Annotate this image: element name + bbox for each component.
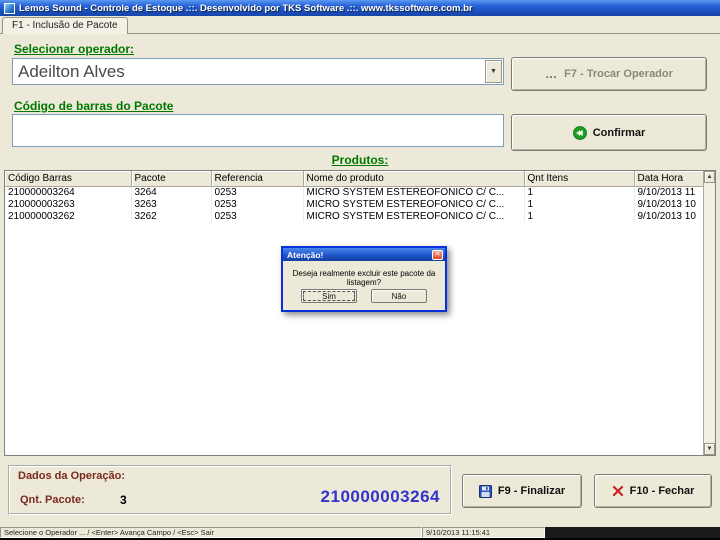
f7-trocar-operador-label: F7 - Trocar Operador <box>564 68 673 80</box>
table-cell: 0253 <box>211 186 304 198</box>
qty-pacote-value: 3 <box>120 493 127 507</box>
current-package-number: 210000003264 <box>320 487 440 506</box>
f9-finalizar-button[interactable]: F9 - Finalizar <box>462 474 582 508</box>
table-row[interactable]: 210000003262 3262 0253 MICRO SYSTEM ESTEREO… <box>5 210 704 222</box>
products-label: Produtos: <box>331 153 389 167</box>
statusbar-hint: Selecione o Operador ... / <Enter> Avanç… <box>0 527 422 538</box>
green-circle-arrow-icon <box>572 125 587 140</box>
table-row[interactable]: 210000003263 3263 0253 MICRO SYSTEM ESTEREO… <box>5 198 704 210</box>
operator-label: Selecionar operador: <box>14 42 135 56</box>
scroll-up-icon[interactable]: ▲ <box>704 171 715 183</box>
window-title: Lemos Sound - Controle de Estoque .::. D… <box>19 2 473 14</box>
column-header[interactable]: Pacote <box>131 171 212 187</box>
column-header[interactable]: Data Hora <box>634 171 704 187</box>
f7-trocar-operador-button[interactable]: … F7 - Trocar Operador <box>511 57 707 91</box>
dialog-message: Deseja realmente excluir este pacote da … <box>292 269 436 287</box>
dialog-buttons: Sim Não <box>283 289 445 303</box>
statusbar-filler <box>545 527 720 538</box>
confirmation-dialog: Atenção! ✕ Deseja realmente excluir este… <box>281 246 447 312</box>
barcode-input[interactable] <box>12 114 504 147</box>
table-cell: 1 <box>524 210 635 222</box>
f10-fechar-button[interactable]: F10 - Fechar <box>594 474 712 508</box>
statusbar: Selecione o Operador ... / <Enter> Avanç… <box>0 527 720 538</box>
column-header[interactable]: Nome do produto <box>303 171 525 187</box>
column-header[interactable]: Qnt Itens <box>524 171 635 187</box>
table-cell: 3264 <box>131 186 212 198</box>
f9-finalizar-label: F9 - Finalizar <box>497 485 566 497</box>
confirmar-button[interactable]: Confirmar <box>511 114 707 151</box>
close-icon[interactable]: ✕ <box>432 249 443 260</box>
table-cell: MICRO SYSTEM ESTEREOFONICO C/ C... <box>303 198 525 210</box>
app-window: Lemos Sound - Controle de Estoque .::. D… <box>0 0 720 540</box>
ellipsis-icon: … <box>545 67 559 81</box>
app-icon <box>4 2 15 14</box>
operation-data-label: Dados da Operação: <box>18 470 125 482</box>
table-cell: MICRO SYSTEM ESTEREOFONICO C/ C... <box>303 186 525 198</box>
f10-fechar-label: F10 - Fechar <box>629 485 695 497</box>
products-header-row: Código Barras Pacote Referencia Nome do pro… <box>5 171 704 187</box>
tab-strip: F1 - Inclusão de Pacote <box>0 16 720 34</box>
dialog-titlebar[interactable]: Atenção! ✕ <box>283 248 445 261</box>
table-cell: 1 <box>524 186 635 198</box>
table-cell: 0253 <box>211 198 304 210</box>
confirmar-label: Confirmar <box>592 126 646 139</box>
barcode-label: Código de barras do Pacote <box>14 99 174 113</box>
titlebar[interactable]: Lemos Sound - Controle de Estoque .::. D… <box>0 0 720 16</box>
table-cell: 210000003263 <box>5 198 132 210</box>
products-grid: Código Barras Pacote Referencia Nome do pro… <box>4 170 716 456</box>
table-cell: 9/10/2013 10 <box>634 198 704 210</box>
red-x-icon <box>612 485 623 497</box>
dialog-title: Atenção! <box>287 249 324 260</box>
table-cell: 210000003262 <box>5 210 132 222</box>
column-header[interactable]: Referencia <box>211 171 304 187</box>
table-row[interactable]: 210000003264 3264 0253 MICRO SYSTEM ESTEREO… <box>5 186 704 198</box>
statusbar-datetime: 9/10/2013 11:15:41 <box>422 527 545 538</box>
chevron-down-icon[interactable]: ▼ <box>485 60 502 83</box>
operation-data-panel: Dados da Operação: Qnt. Pacote: 3 210000… <box>8 465 452 515</box>
table-cell: 0253 <box>211 210 304 222</box>
table-cell: 3263 <box>131 198 212 210</box>
sim-button[interactable]: Sim <box>301 289 357 303</box>
operator-value: Adeilton Alves <box>18 61 125 81</box>
floppy-disk-icon <box>478 484 492 498</box>
column-header[interactable]: Código Barras <box>5 171 132 187</box>
table-cell: 3262 <box>131 210 212 222</box>
table-cell: 9/10/2013 11 <box>634 186 704 198</box>
table-cell: 1 <box>524 198 635 210</box>
tab-f1-inclusao-de-pacote[interactable]: F1 - Inclusão de Pacote <box>2 17 128 34</box>
nao-button[interactable]: Não <box>371 289 427 303</box>
operator-combobox[interactable]: Adeilton Alves ▼ <box>12 58 504 85</box>
scroll-down-icon[interactable]: ▼ <box>704 443 715 455</box>
vertical-scrollbar[interactable]: ▲ ▼ <box>703 171 715 455</box>
products-table: Código Barras Pacote Referencia Nome do pro… <box>5 171 704 222</box>
products-table-body: 210000003264 3264 0253 MICRO SYSTEM ESTEREO… <box>5 186 704 222</box>
table-cell: 9/10/2013 10 <box>634 210 704 222</box>
table-cell: 210000003264 <box>5 186 132 198</box>
table-cell: MICRO SYSTEM ESTEREOFONICO C/ C... <box>303 210 525 222</box>
qty-pacote-label: Qnt. Pacote: <box>20 494 85 506</box>
